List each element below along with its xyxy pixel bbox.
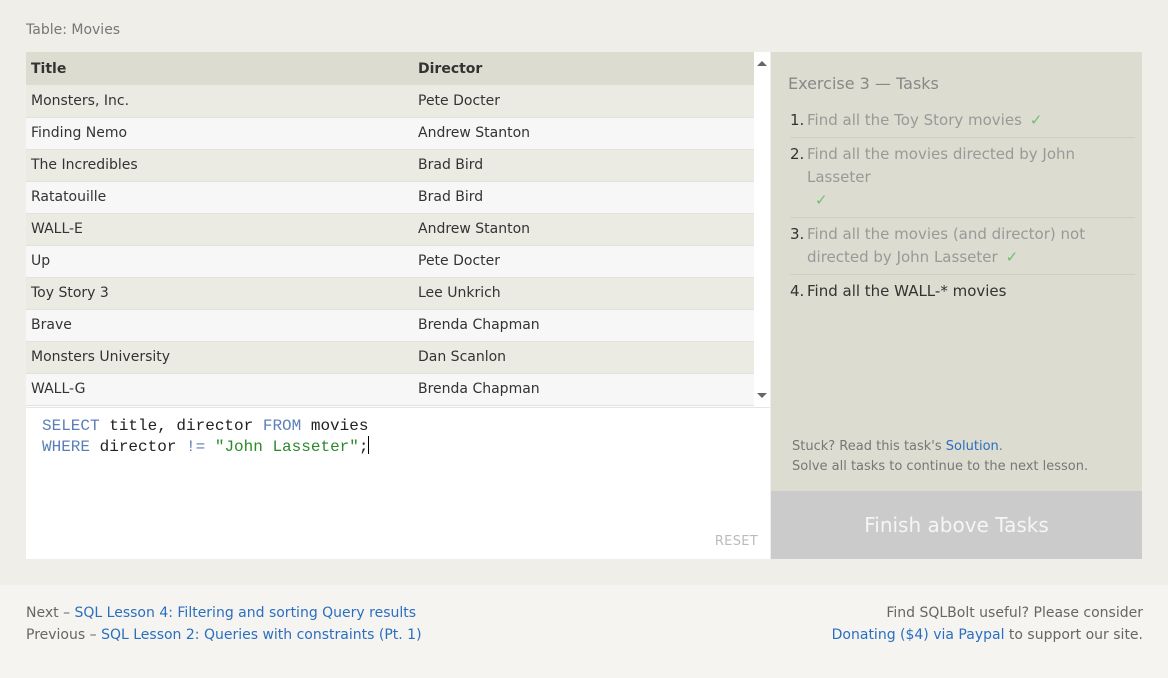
- cell-title: Toy Story 3: [26, 277, 413, 310]
- tasks-title: Exercise 3 — Tasks: [788, 74, 939, 93]
- task-item: 2. Find all the movies directed by John …: [790, 138, 1135, 218]
- column-header-director: Director: [413, 52, 754, 85]
- cell-title: Monsters, Inc.: [26, 85, 413, 118]
- donate-link[interactable]: Donating ($4) via Paypal: [832, 627, 1005, 643]
- finish-tasks-button[interactable]: Finish above Tasks: [771, 491, 1142, 559]
- sql-code[interactable]: SELECT title, director FROM movies WHERE…: [42, 417, 370, 457]
- cell-director: Andrew Stanton: [413, 213, 754, 246]
- cell-title: Finding Nemo: [26, 117, 413, 150]
- cell-director: Brenda Chapman: [413, 373, 754, 406]
- cell-director: Pete Docter: [413, 85, 754, 118]
- previous-prefix: Previous –: [26, 627, 102, 643]
- cell-director: Lee Unkrich: [413, 277, 754, 310]
- sql-text: movies: [301, 417, 369, 435]
- results-table-wrapper: Title Director Monsters, Inc. Pete Docter…: [26, 52, 754, 407]
- lesson-navigation: Next – SQL Lesson 4: Filtering and sorti…: [26, 602, 422, 646]
- solution-link[interactable]: Solution: [946, 439, 999, 454]
- sql-keyword: WHERE: [42, 438, 91, 456]
- table-row: WALL-G Brenda Chapman: [26, 373, 754, 406]
- cell-title: The Incredibles: [26, 149, 413, 182]
- cell-title: WALL-E: [26, 213, 413, 246]
- results-table: Title Director Monsters, Inc. Pete Docter…: [26, 52, 754, 406]
- sql-text: ;: [358, 438, 369, 456]
- check-icon: ✓: [815, 191, 828, 209]
- table-row: Up Pete Docter: [26, 245, 754, 278]
- table-row: Finding Nemo Andrew Stanton: [26, 117, 754, 150]
- cell-director: Brenda Chapman: [413, 309, 754, 342]
- cell-title: Up: [26, 245, 413, 278]
- table-row: Monsters University Dan Scanlon: [26, 341, 754, 374]
- table-caption: Table: Movies: [26, 22, 121, 38]
- table-row: WALL-E Andrew Stanton: [26, 213, 754, 246]
- cell-director: Brad Bird: [413, 181, 754, 214]
- task-text: Find all the Toy Story movies ✓: [807, 111, 1043, 129]
- task-number: 1.: [790, 111, 805, 129]
- task-number: 4.: [790, 282, 805, 300]
- task-item: 1. Find all the Toy Story movies ✓: [790, 104, 1135, 138]
- cell-director: Pete Docter: [413, 245, 754, 278]
- table-row: Ratatouille Brad Bird: [26, 181, 754, 214]
- donation-note: Find SQLBolt useful? Please consider Don…: [832, 602, 1143, 646]
- tasks-panel: Exercise 3 — Tasks 1. Find all the Toy S…: [771, 52, 1142, 491]
- task-text: Find all the movies directed by John Las…: [807, 145, 1076, 209]
- table-row: Monsters, Inc. Pete Docter: [26, 85, 754, 118]
- sql-text: title, director: [99, 417, 263, 435]
- cell-title: Monsters University: [26, 341, 413, 374]
- useful-text: Find SQLBolt useful? Please consider: [886, 605, 1143, 621]
- column-header-title: Title: [26, 52, 413, 85]
- task-list: 1. Find all the Toy Story movies ✓ 2. Fin…: [790, 104, 1135, 308]
- cell-director: Andrew Stanton: [413, 117, 754, 150]
- table-row: The Incredibles Brad Bird: [26, 149, 754, 182]
- task-text: Find all the movies (and director) not d…: [807, 225, 1086, 266]
- stuck-suffix: .: [998, 439, 1003, 454]
- previous-lesson-link[interactable]: SQL Lesson 2: Queries with constraints (…: [101, 627, 421, 643]
- cell-director: Brad Bird: [413, 149, 754, 182]
- table-row: Brave Brenda Chapman: [26, 309, 754, 342]
- table-body: Monsters, Inc. Pete Docter Finding Nemo An…: [26, 85, 754, 406]
- sql-keyword: SELECT: [42, 417, 100, 435]
- cell-director: Dan Scanlon: [413, 341, 754, 374]
- text-cursor: [368, 436, 370, 454]
- donate-suffix: to support our site.: [1004, 627, 1143, 643]
- table-header-row: Title Director: [26, 52, 754, 85]
- next-lesson-link[interactable]: SQL Lesson 4: Filtering and sorting Quer…: [75, 605, 417, 621]
- scroll-down-arrow-icon[interactable]: [757, 393, 767, 398]
- task-text: Find all the WALL-* movies: [807, 282, 1007, 300]
- sql-operator: !=: [186, 438, 206, 456]
- sql-keyword: FROM: [262, 417, 302, 435]
- cell-title: WALL-G: [26, 373, 413, 406]
- continue-text: Solve all tasks to continue to the next …: [792, 459, 1089, 474]
- footer: Next – SQL Lesson 4: Filtering and sorti…: [0, 585, 1168, 678]
- task-number: 2.: [790, 145, 805, 163]
- exercise-area: Title Director Monsters, Inc. Pete Docter…: [26, 52, 1142, 559]
- stuck-prefix: Stuck? Read this task's: [792, 439, 946, 454]
- task-item: 4. Find all the WALL-* movies: [790, 275, 1135, 308]
- help-text: Stuck? Read this task's Solution. Solve …: [792, 437, 1088, 477]
- sql-editor[interactable]: SELECT title, director FROM movies WHERE…: [26, 407, 770, 559]
- sql-text: director: [90, 438, 187, 456]
- sql-string: "John Lasseter": [214, 438, 359, 456]
- table-row: Toy Story 3 Lee Unkrich: [26, 277, 754, 310]
- results-panel: Title Director Monsters, Inc. Pete Docter…: [26, 52, 770, 407]
- reset-button[interactable]: RESET: [715, 534, 758, 549]
- check-icon: ✓: [1029, 111, 1043, 129]
- check-icon: ✓: [1005, 248, 1019, 266]
- scroll-up-arrow-icon[interactable]: [757, 61, 767, 66]
- next-prefix: Next –: [26, 605, 75, 621]
- task-number: 3.: [790, 225, 805, 243]
- cell-title: Brave: [26, 309, 413, 342]
- results-scrollbar[interactable]: [754, 52, 770, 407]
- cell-title: Ratatouille: [26, 181, 413, 214]
- task-item: 3. Find all the movies (and director) no…: [790, 218, 1135, 275]
